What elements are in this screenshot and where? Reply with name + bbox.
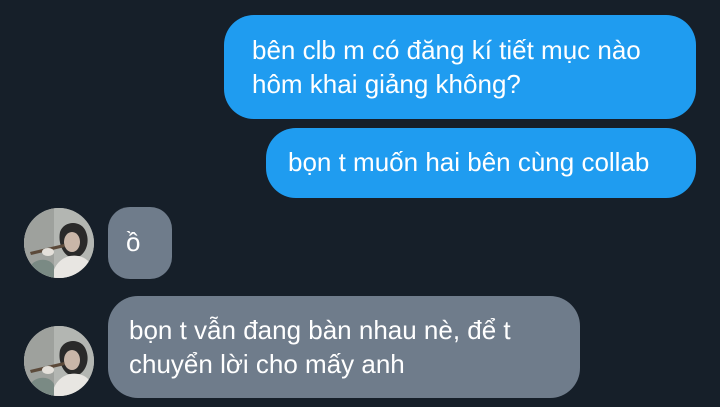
avatar-photo-icon xyxy=(24,208,94,278)
avatar-photo-icon xyxy=(24,326,94,396)
contact-avatar[interactable] xyxy=(24,326,94,396)
message-text-line: chuyển lời cho mấy anh xyxy=(129,349,405,379)
outgoing-message-bubble[interactable]: bên clb m có đăng kí tiết mục nào hôm kh… xyxy=(224,15,696,119)
message-text-line: bọn t vẫn đang bàn nhau nè, để t xyxy=(129,315,511,345)
message-text-line: ồ xyxy=(126,227,141,257)
incoming-message-bubble[interactable]: bọn t vẫn đang bàn nhau nè, để t chuyển … xyxy=(108,296,580,398)
contact-avatar[interactable] xyxy=(24,208,94,278)
message-text-line: bọn t muốn hai bên cùng collab xyxy=(288,147,650,177)
incoming-message-bubble[interactable]: ồ xyxy=(108,207,172,279)
message-text-line: bên clb m có đăng kí tiết mục nào xyxy=(252,35,641,65)
message-text-line: hôm khai giảng không? xyxy=(252,69,521,99)
outgoing-message-bubble[interactable]: bọn t muốn hai bên cùng collab xyxy=(266,128,696,198)
